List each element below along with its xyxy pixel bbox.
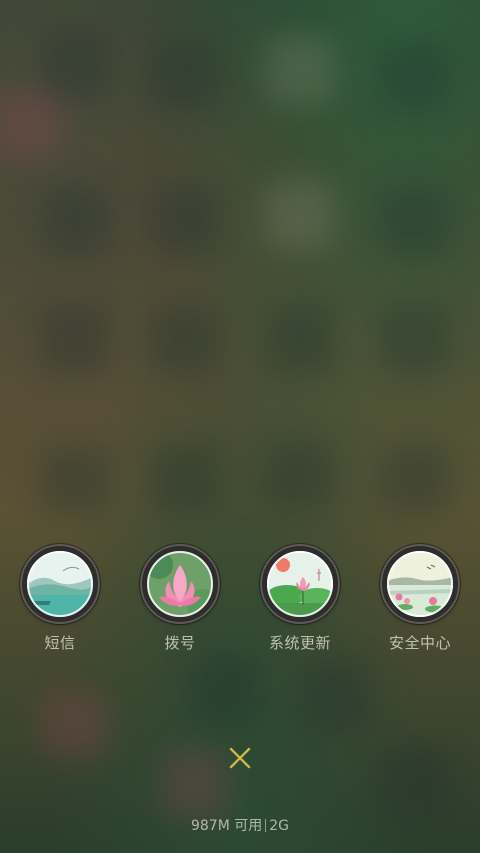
memory-status: 987M 可用 2G bbox=[0, 815, 480, 835]
blurred-icon bbox=[160, 750, 230, 820]
blurred-icon bbox=[40, 305, 110, 375]
blurred-icon bbox=[380, 185, 450, 255]
blurred-icon bbox=[40, 690, 110, 760]
memory-available-text: 987M 可用 bbox=[190, 818, 263, 834]
recent-app-label: 短信 bbox=[44, 634, 76, 652]
blurred-icon bbox=[40, 185, 110, 255]
blurred-icon bbox=[265, 440, 335, 510]
blurred-icon bbox=[380, 40, 450, 110]
recent-apps-bar: 短信 拨号 系统更新 安全中心 bbox=[0, 546, 480, 656]
blurred-icon bbox=[150, 40, 220, 110]
blurred-icon bbox=[190, 655, 260, 725]
recent-app-label: 系统更新 bbox=[268, 634, 331, 652]
status-divider bbox=[265, 819, 267, 832]
blurred-icon bbox=[150, 305, 220, 375]
close-icon[interactable] bbox=[229, 747, 251, 769]
blurred-icon bbox=[40, 445, 110, 515]
blurred-home-screen bbox=[0, 0, 480, 853]
system-update-lotus-pond-icon[interactable] bbox=[262, 546, 338, 622]
recent-app-label: 拨号 bbox=[164, 634, 196, 652]
blurred-icon bbox=[380, 445, 450, 515]
blurred-icon bbox=[380, 745, 450, 815]
blurred-icon bbox=[265, 180, 335, 250]
blurred-icon bbox=[150, 185, 220, 255]
clear-all-button[interactable] bbox=[224, 742, 256, 774]
blurred-icon bbox=[0, 90, 60, 160]
recent-app-messages[interactable]: 短信 bbox=[0, 546, 120, 653]
blurred-icon bbox=[380, 305, 450, 375]
blurred-icon bbox=[150, 445, 220, 515]
recent-app-label: 安全中心 bbox=[388, 634, 451, 652]
recent-app-dialer[interactable]: 拨号 bbox=[120, 546, 240, 653]
security-center-lake-icon[interactable] bbox=[382, 546, 458, 622]
dialer-lotus-icon[interactable] bbox=[142, 546, 218, 622]
messages-landscape-icon[interactable] bbox=[22, 546, 98, 622]
recent-app-security-center[interactable]: 安全中心 bbox=[360, 546, 480, 653]
blurred-icon bbox=[265, 305, 335, 375]
blurred-icon bbox=[300, 660, 370, 730]
recent-app-system-update[interactable]: 系统更新 bbox=[240, 546, 360, 653]
blurred-icon bbox=[40, 30, 110, 100]
network-type-text: 2G bbox=[269, 818, 290, 834]
blurred-icon bbox=[265, 35, 335, 105]
